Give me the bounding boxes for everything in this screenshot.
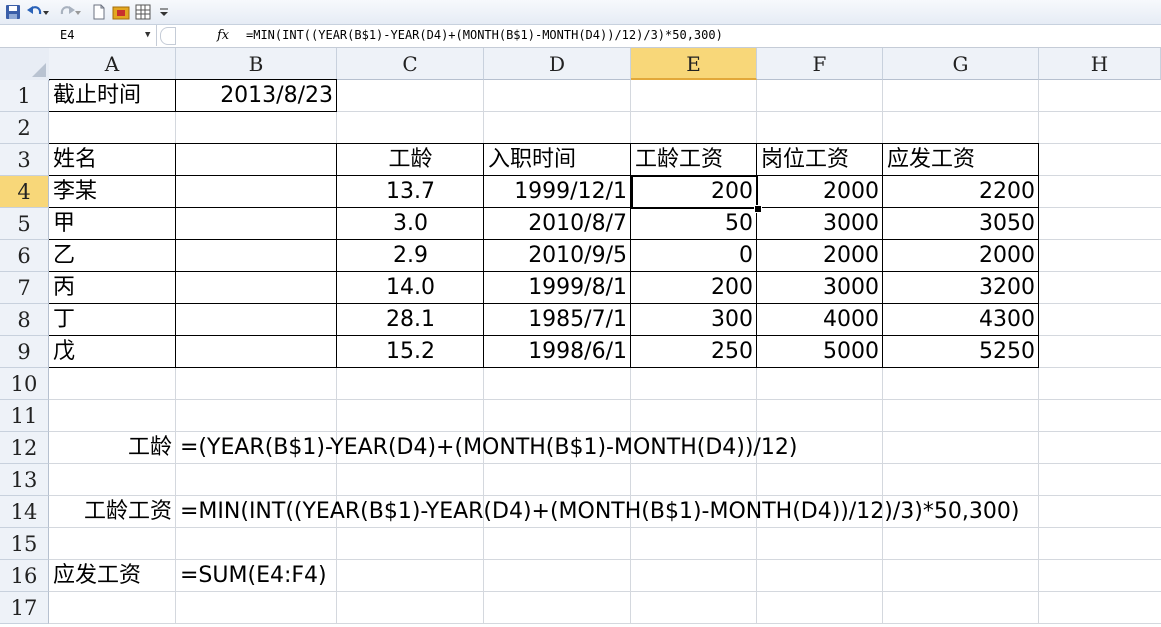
cell-B16[interactable]: =SUM(E4:F4) [176, 560, 337, 592]
cell-name-row-9[interactable]: 戊 [49, 336, 176, 368]
cell-post-pay-row-7[interactable]: 3000 [757, 272, 883, 304]
active-cell-outline [631, 175, 758, 209]
cell-hire-date-row-6[interactable]: 2010/9/5 [484, 240, 631, 272]
cell-seniority-row-6[interactable]: 2.9 [337, 240, 484, 272]
cell-seniority-pay-row-6[interactable]: 0 [631, 240, 757, 272]
cell-seniority-pay-row-9[interactable]: 250 [631, 336, 757, 368]
cell-B1[interactable]: 2013/8/23 [176, 80, 337, 112]
row-header-8[interactable]: 8 [0, 304, 49, 336]
cell-seniority-row-8[interactable]: 28.1 [337, 304, 484, 336]
cell-post-pay-row-6[interactable]: 2000 [757, 240, 883, 272]
cell-name-row-8[interactable]: 丁 [49, 304, 176, 336]
gridline-horizontal [49, 399, 1161, 400]
cell-total-pay-row-7[interactable]: 3200 [883, 272, 1039, 304]
cell-total-pay-row-4[interactable]: 2200 [883, 176, 1039, 208]
cell-G3[interactable]: 应发工资 [883, 144, 1039, 176]
cell-name-row-6[interactable]: 乙 [49, 240, 176, 272]
name-box[interactable]: E4 ▼ [0, 25, 157, 46]
cell-hire-date-row-7[interactable]: 1999/8/1 [484, 272, 631, 304]
cell-B14[interactable]: =MIN(INT((YEAR(B$1)-YEAR(D4)+(MONTH(B$1)… [176, 496, 1036, 528]
cell-name-row-5[interactable]: 甲 [49, 208, 176, 240]
customize-toolbar-icon[interactable] [158, 3, 170, 21]
cell-seniority-pay-row-7[interactable]: 200 [631, 272, 757, 304]
quick-access-toolbar [0, 0, 1161, 25]
column-header-A[interactable]: A [49, 48, 176, 80]
name-box-dropdown-icon[interactable]: ▼ [145, 25, 150, 46]
cell-seniority-row-9[interactable]: 15.2 [337, 336, 484, 368]
cell-total-pay-row-8[interactable]: 4300 [883, 304, 1039, 336]
insert-function-icon[interactable]: fx [217, 25, 229, 46]
formula-bar: E4 ▼ fx =MIN(INT((YEAR(B$1)-YEAR(D4)+(MO… [0, 25, 1161, 48]
cell-A14[interactable]: 工龄工资 [49, 496, 176, 528]
new-file-icon[interactable] [90, 3, 108, 21]
cell-B12[interactable]: =(YEAR(B$1)-YEAR(D4)+(MONTH(B$1)-MONTH(D… [176, 432, 797, 464]
cell-post-pay-row-9[interactable]: 5000 [757, 336, 883, 368]
open-folder-icon[interactable] [112, 3, 130, 21]
cell-hire-date-row-4[interactable]: 1999/12/1 [484, 176, 631, 208]
cell-total-pay-row-6[interactable]: 2000 [883, 240, 1039, 272]
row-header-3[interactable]: 3 [0, 144, 49, 176]
cell-A12[interactable]: 工龄 [49, 432, 176, 464]
column-header-G[interactable]: G [883, 48, 1039, 80]
column-header-C[interactable]: C [337, 48, 484, 80]
cell-C3[interactable]: 工龄 [337, 144, 484, 176]
cell-A3[interactable]: 姓名 [49, 144, 176, 176]
cell-name-row-4[interactable]: 李某 [49, 176, 176, 208]
undo-dropdown-icon[interactable] [42, 3, 50, 21]
formula-input[interactable]: =MIN(INT((YEAR(B$1)-YEAR(D4)+(MONTH(B$1)… [246, 25, 723, 46]
row-header-15[interactable]: 15 [0, 528, 49, 560]
row-header-13[interactable]: 13 [0, 464, 49, 496]
cell-E3[interactable]: 工龄工资 [631, 144, 757, 176]
cell-post-pay-row-8[interactable]: 4000 [757, 304, 883, 336]
cell-seniority-pay-row-8[interactable]: 300 [631, 304, 757, 336]
fill-handle[interactable] [754, 205, 762, 213]
row-header-16[interactable]: 16 [0, 560, 49, 592]
select-all-button[interactable] [0, 48, 50, 81]
worksheet-grid[interactable]: A B C D E F G H 1 2 3 4 5 6 7 8 9 10 11 12 13 14 15 16 1… [0, 48, 1161, 627]
row-header-11[interactable]: 11 [0, 400, 49, 432]
row-header-14[interactable]: 14 [0, 496, 49, 528]
cell-seniority-row-4[interactable]: 13.7 [337, 176, 484, 208]
cell-hire-date-row-5[interactable]: 2010/8/7 [484, 208, 631, 240]
cell-seniority-row-5[interactable]: 3.0 [337, 208, 484, 240]
row-header-12[interactable]: 12 [0, 432, 49, 464]
row-header-6[interactable]: 6 [0, 240, 49, 272]
formula-bar-splitter[interactable] [160, 27, 176, 45]
row-header-7[interactable]: 7 [0, 272, 49, 304]
column-header-E[interactable]: E [631, 48, 757, 80]
cell-seniority-row-7[interactable]: 14.0 [337, 272, 484, 304]
cell-total-pay-row-9[interactable]: 5250 [883, 336, 1039, 368]
row-header-2[interactable]: 2 [0, 112, 49, 144]
cell-hire-date-row-8[interactable]: 1985/7/1 [484, 304, 631, 336]
row-header-1[interactable]: 1 [0, 80, 49, 112]
cell-post-pay-row-5[interactable]: 3000 [757, 208, 883, 240]
row-header-9[interactable]: 9 [0, 336, 49, 368]
column-header-H[interactable]: H [1039, 48, 1161, 80]
cell-seniority-pay-row-5[interactable]: 50 [631, 208, 757, 240]
name-box-value: E4 [60, 28, 75, 42]
cell-hire-date-row-9[interactable]: 1998/6/1 [484, 336, 631, 368]
cell-D3[interactable]: 入职时间 [484, 144, 631, 176]
row-header-10[interactable]: 10 [0, 368, 49, 400]
cell-post-pay-row-4[interactable]: 2000 [757, 176, 883, 208]
cell-F3[interactable]: 岗位工资 [757, 144, 883, 176]
cell-name-row-7[interactable]: 丙 [49, 272, 176, 304]
gridline-horizontal [49, 623, 1161, 624]
column-header-F[interactable]: F [757, 48, 883, 80]
column-header-D[interactable]: D [484, 48, 631, 80]
print-preview-icon[interactable] [134, 3, 152, 21]
cell-A16[interactable]: 应发工资 [49, 560, 176, 592]
column-header-B[interactable]: B [176, 48, 337, 80]
save-icon[interactable] [4, 3, 22, 21]
row-header-4[interactable]: 4 [0, 176, 49, 208]
redo-dropdown-icon[interactable] [74, 3, 82, 21]
cell-A1[interactable]: 截止时间 [49, 80, 176, 112]
row-header-17[interactable]: 17 [0, 592, 49, 624]
row-header-5[interactable]: 5 [0, 208, 49, 240]
cell-total-pay-row-5[interactable]: 3050 [883, 208, 1039, 240]
